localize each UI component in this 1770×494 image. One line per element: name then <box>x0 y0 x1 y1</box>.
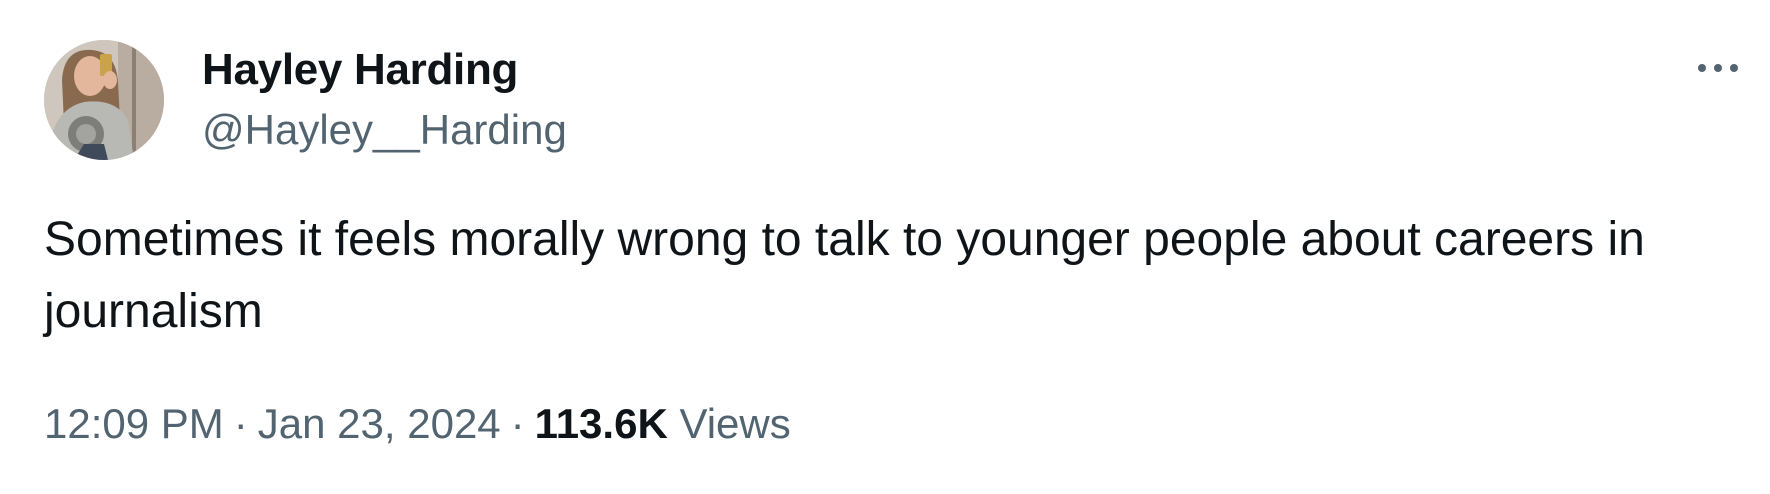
more-options-icon[interactable] <box>1690 52 1746 84</box>
views-label: Views <box>668 400 791 447</box>
more-dot <box>1698 64 1706 72</box>
views-label-text: Views <box>679 400 791 447</box>
tweet-meta: 12:09 PM · Jan 23, 2024 · 113.6K Views <box>44 398 791 450</box>
meta-separator: · <box>233 400 248 447</box>
avatar-photo-icon <box>44 40 164 160</box>
author-display-name[interactable]: Hayley Harding <box>202 44 518 96</box>
author-handle[interactable]: @Hayley__Harding <box>202 104 567 156</box>
tweet-text: Sometimes it feels morally wrong to talk… <box>44 213 1659 338</box>
tweet-card: Hayley Harding @Hayley__Harding Sometime… <box>0 0 1770 494</box>
author-avatar[interactable] <box>44 40 164 160</box>
tweet-time[interactable]: 12:09 PM <box>44 400 224 447</box>
tweet-date[interactable]: Jan 23, 2024 <box>258 400 501 447</box>
more-dot <box>1730 64 1738 72</box>
meta-separator: · <box>510 400 525 447</box>
views-count: 113.6K <box>534 400 668 447</box>
more-dot <box>1714 64 1722 72</box>
